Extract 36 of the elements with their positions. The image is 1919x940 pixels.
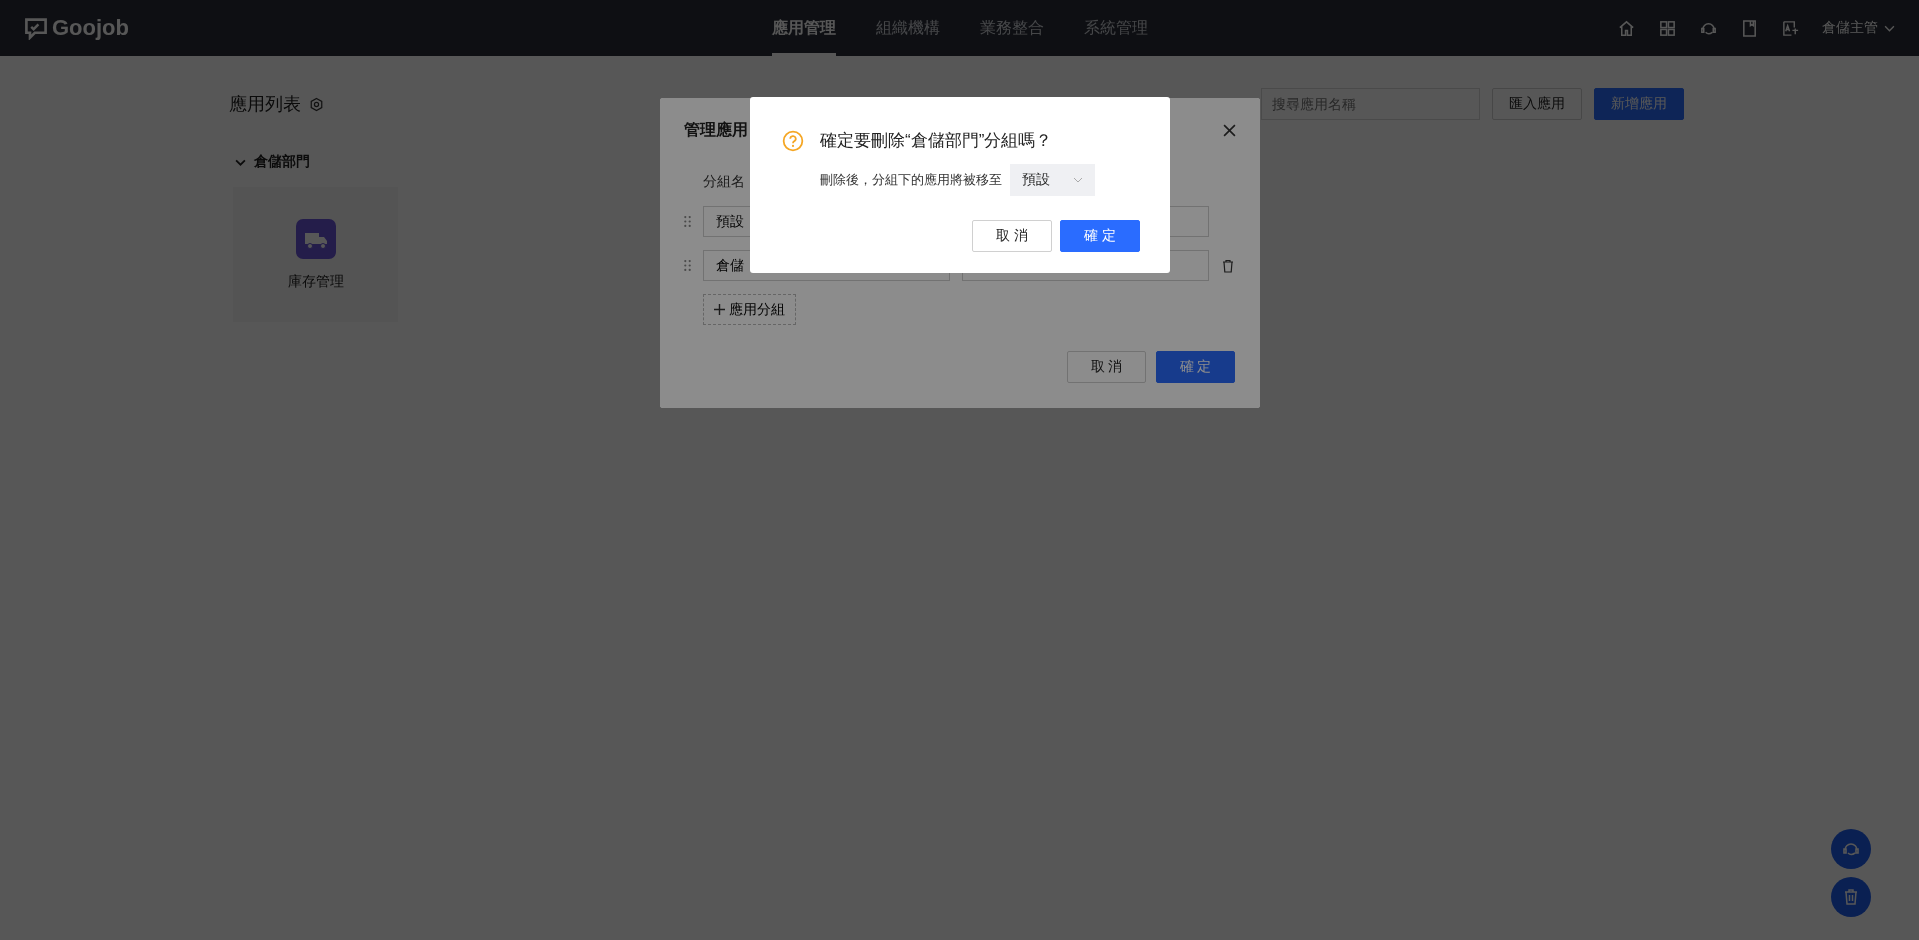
page-title: 應用列表 [229,93,301,116]
chat-check-icon [24,16,48,40]
add-app-button[interactable]: 新增應用 [1594,88,1684,120]
logo[interactable]: Goojob [24,15,129,41]
confirm-title: 確定要刪除“倉儲部門”分組嗎？ [820,130,1053,152]
dialog-title: 管理應用 [684,120,748,140]
drag-handle-icon[interactable] [684,216,691,227]
home-icon[interactable] [1617,18,1636,38]
trash-button[interactable] [1831,877,1871,917]
caret-icon [1073,177,1083,183]
import-app-button[interactable]: 匯入應用 [1492,88,1582,120]
truck-icon [295,218,336,259]
add-group-button[interactable]: 應用分組 [703,294,796,325]
ok-button[interactable]: 確 定 [1060,220,1140,252]
caret-icon [1884,24,1895,32]
confirm-message: 刪除後，分組下的應用將被移至 [820,171,1002,189]
nav-tab[interactable]: 應用管理 [772,0,836,56]
plus-icon [714,304,725,315]
grid-icon[interactable] [1658,18,1677,38]
translate-icon[interactable] [1781,18,1800,38]
settings-icon[interactable] [309,96,324,112]
support-button[interactable] [1831,829,1871,869]
cancel-button[interactable]: 取 消 [1067,351,1146,383]
question-icon [782,129,804,152]
ok-button[interactable]: 確 定 [1156,351,1235,383]
group-select[interactable]: 預設 [1010,164,1095,196]
group-header[interactable]: 倉儲部門 [229,153,310,171]
user-menu[interactable]: 倉儲主管 [1822,19,1895,37]
drag-handle-icon[interactable] [684,260,691,271]
app-name: 庫存管理 [287,272,344,291]
group-name: 倉儲部門 [254,153,310,171]
column-header: 分組名 [703,173,745,191]
cancel-button[interactable]: 取 消 [972,220,1052,252]
book-icon[interactable] [1740,18,1759,38]
close-icon[interactable] [1223,124,1236,137]
trash-icon[interactable] [1221,258,1235,273]
